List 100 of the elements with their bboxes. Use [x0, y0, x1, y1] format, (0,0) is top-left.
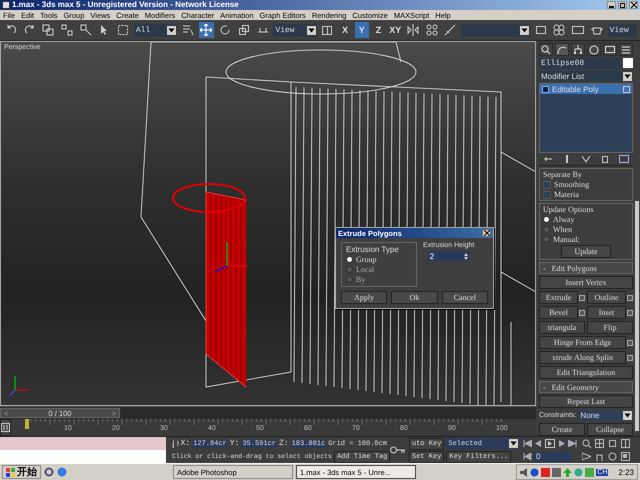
rollout-header[interactable]: - Edit Geometry: [539, 381, 633, 393]
go-to-end-icon[interactable]: [568, 440, 577, 447]
play-icon[interactable]: [545, 439, 555, 448]
key-mode-toggle-icon[interactable]: [523, 453, 532, 460]
configure-sets-icon[interactable]: [618, 155, 629, 163]
radio-option[interactable]: Alway: [543, 215, 629, 224]
orbit-icon[interactable]: [608, 452, 617, 461]
settings-button[interactable]: [627, 340, 633, 346]
radio-option[interactable]: Group: [346, 255, 412, 264]
listener-field[interactable]: [0, 450, 166, 463]
command-button[interactable]: triangula: [539, 321, 585, 334]
render-type-field[interactable]: View: [608, 24, 637, 37]
named-selection-dropdown[interactable]: [461, 24, 530, 37]
mirror-icon[interactable]: [405, 22, 421, 38]
spheres-icon[interactable]: [551, 22, 568, 38]
pin-stack-icon[interactable]: [543, 155, 554, 163]
create-tab-icon[interactable]: [539, 43, 553, 56]
maximize-viewport-icon[interactable]: [621, 452, 630, 461]
command-button[interactable]: xtrude Along Splin: [539, 351, 626, 364]
object-color-swatch[interactable]: [623, 58, 633, 68]
command-button[interactable]: Repeat Last: [539, 395, 633, 408]
remove-modifier-icon[interactable]: [600, 155, 610, 163]
key-icon[interactable]: [390, 446, 406, 454]
make-unique-icon[interactable]: [580, 155, 591, 163]
dialog-button[interactable]: Cancel: [442, 291, 488, 304]
axis-constraint-button[interactable]: Y: [354, 22, 369, 38]
radio-option[interactable]: When: [543, 225, 629, 234]
link-icon[interactable]: [40, 22, 56, 38]
coordinate-label: Z:: [278, 439, 289, 448]
modifier-stack-item[interactable]: Editable Poly: [540, 84, 632, 94]
axis-constraint-button[interactable]: Z: [372, 22, 386, 38]
lock-icon[interactable]: [172, 439, 174, 448]
group-label: Separate By: [543, 170, 583, 179]
array-icon[interactable]: [424, 22, 440, 38]
dialog-button[interactable]: Apply: [341, 291, 388, 304]
radio-option[interactable]: Local: [346, 265, 412, 274]
close-button[interactable]: [629, 1, 638, 9]
scrollbar[interactable]: [635, 201, 639, 431]
close-icon: [630, 2, 636, 8]
next-frame-icon[interactable]: [557, 440, 566, 447]
settings-button[interactable]: [627, 294, 633, 300]
height-input-field[interactable]: 2: [428, 251, 470, 261]
current-frame-field[interactable]: 0: [534, 452, 572, 462]
command-button[interactable]: Inset: [587, 306, 626, 319]
go-to-start-icon[interactable]: [523, 440, 532, 447]
speaker-icon[interactable]: [520, 468, 528, 476]
listener-field[interactable]: [0, 437, 166, 450]
checkbox-option[interactable]: Smoothing: [543, 180, 629, 189]
command-button[interactable]: Edit Triangulation: [539, 366, 633, 379]
unlink-icon[interactable]: [59, 22, 75, 38]
modifier-list-dropdown[interactable]: Modifier List: [539, 71, 633, 82]
display-tab-icon[interactable]: [603, 43, 617, 56]
caret-icon: [166, 26, 176, 35]
rollout-header[interactable]: - Edit Polygons: [539, 262, 633, 274]
constraints-dropdown[interactable]: None: [578, 410, 633, 421]
group-label: Extrusion Type: [346, 245, 400, 254]
command-button[interactable]: Hinge From Edge: [539, 336, 626, 349]
command-button[interactable]: Outline: [587, 291, 626, 304]
settings-button[interactable]: [627, 354, 633, 360]
motion-tab-icon[interactable]: [587, 43, 601, 56]
dialog-button[interactable]: Ok: [391, 291, 438, 304]
command-button[interactable]: Bevel: [539, 306, 578, 319]
axis-constraint-button[interactable]: XY: [388, 22, 402, 38]
modify-tab-icon[interactable]: [555, 43, 569, 56]
move-icon[interactable]: [198, 22, 214, 38]
command-button[interactable]: Create: [539, 423, 585, 436]
hierarchy-tab-icon[interactable]: [571, 43, 585, 56]
command-button[interactable]: Extrude: [539, 291, 578, 304]
zoom-all-icon[interactable]: [595, 439, 604, 448]
command-button[interactable]: Collapse: [587, 423, 633, 436]
start-button[interactable]: 开始: [2, 465, 41, 479]
spinner-arrows-icon[interactable]: [464, 252, 468, 260]
utilities-tab-icon[interactable]: [619, 43, 633, 56]
settings-button[interactable]: [627, 310, 633, 316]
cursor-icon[interactable]: [176, 439, 179, 448]
radio-option[interactable]: By: [346, 275, 412, 284]
pan-icon[interactable]: [595, 452, 604, 461]
update-button[interactable]: Update: [561, 245, 611, 258]
close-button[interactable]: [482, 229, 491, 237]
zoom-extents-all-icon[interactable]: [621, 439, 630, 448]
restore-button[interactable]: [618, 1, 627, 9]
axis-constraint-button[interactable]: X: [338, 22, 352, 38]
radio-option[interactable]: Manual:: [543, 235, 629, 244]
field-of-view-icon[interactable]: [582, 452, 591, 461]
flag-logo-icon: [6, 468, 15, 476]
checkbox-option[interactable]: Materia: [543, 190, 629, 199]
key-mode-icon[interactable]: [0, 419, 11, 436]
previous-frame-icon[interactable]: [534, 440, 543, 447]
reference-coordinate-dropdown[interactable]: View: [273, 24, 317, 37]
command-button[interactable]: Insert Vertex: [539, 276, 633, 289]
minimize-button[interactable]: [607, 1, 616, 9]
settings-button[interactable]: [579, 294, 585, 300]
command-button[interactable]: Flip: [587, 321, 633, 334]
settings-button[interactable]: [579, 310, 585, 316]
expand-icon: [542, 86, 549, 93]
object-name-field[interactable]: Ellipse08: [539, 58, 621, 69]
browser-icon[interactable]: [57, 467, 67, 477]
selection-filter-dropdown[interactable]: All: [134, 24, 177, 37]
zoom-icon[interactable]: [582, 439, 591, 448]
zoom-extents-icon[interactable]: [608, 439, 617, 448]
